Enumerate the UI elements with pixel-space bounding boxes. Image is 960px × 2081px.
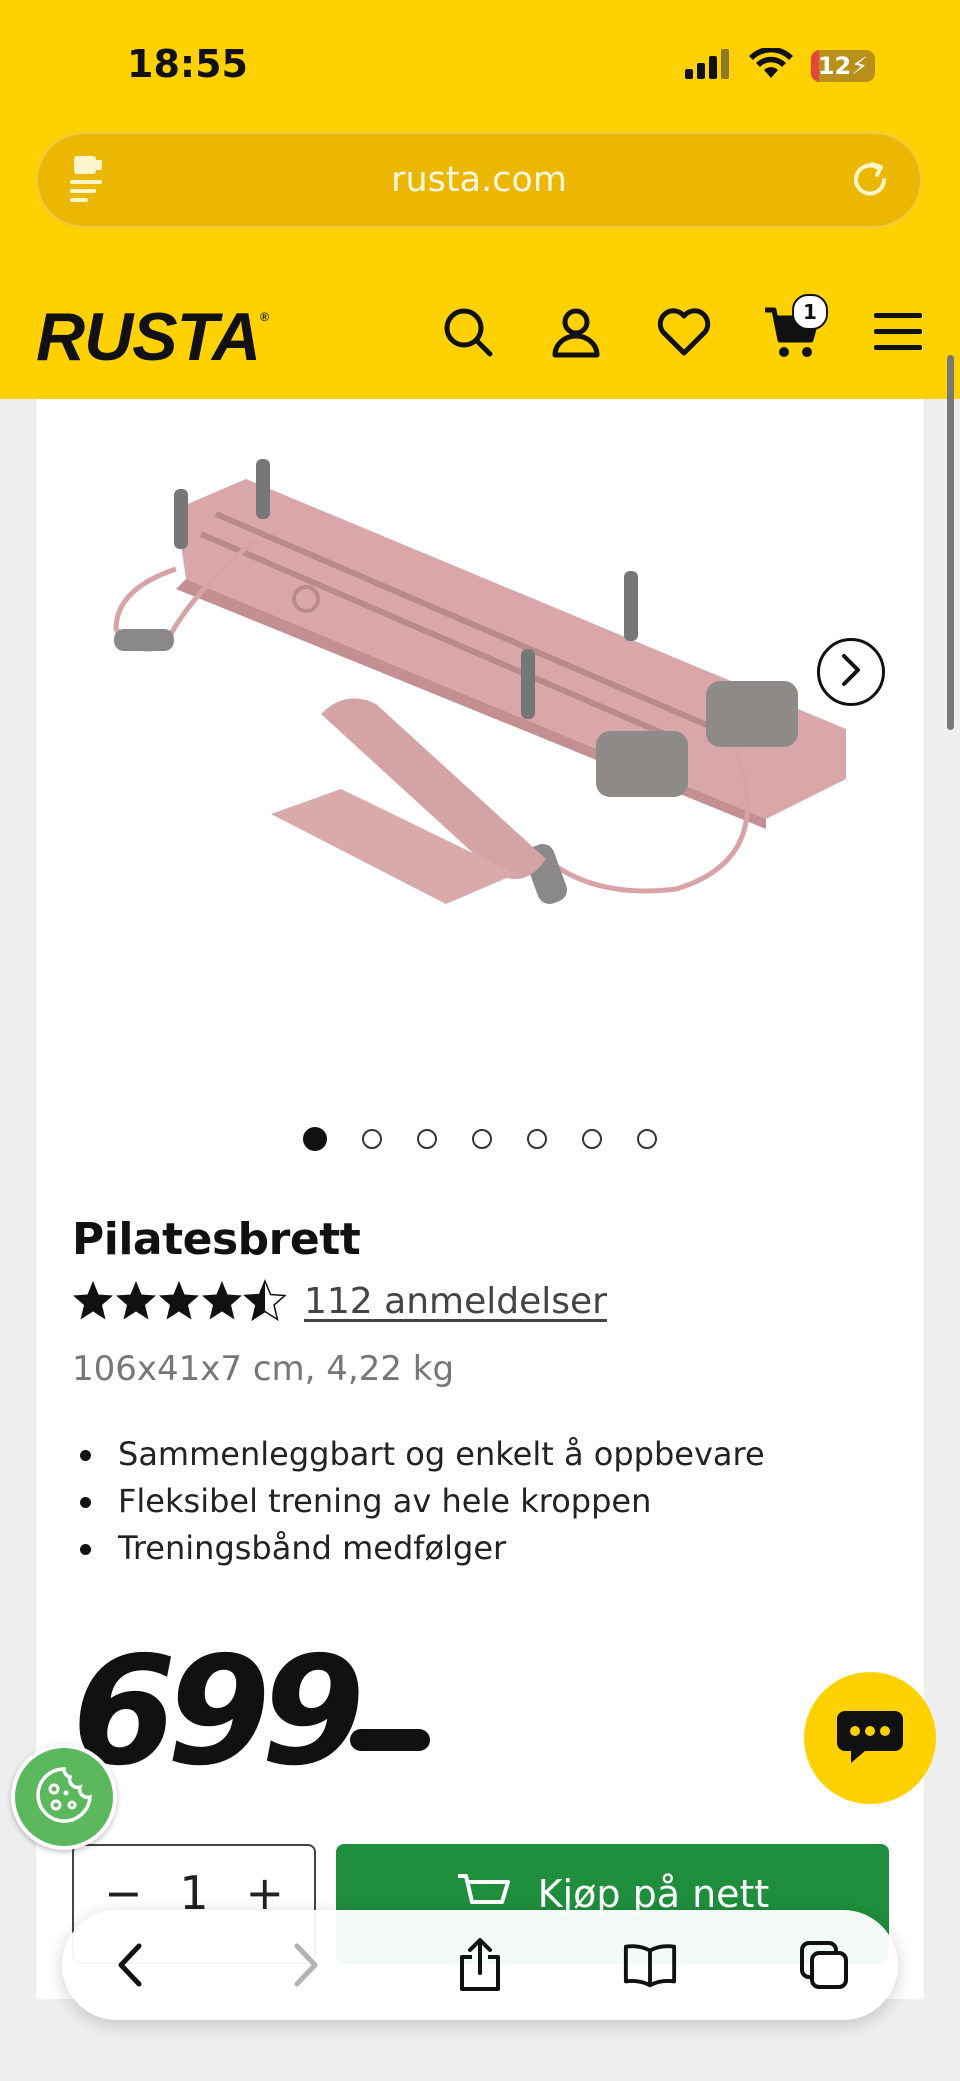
page-scrollbar[interactable] bbox=[947, 355, 954, 730]
price: 699 bbox=[72, 1625, 365, 1799]
site-header: RUSTA® 1 bbox=[0, 290, 960, 380]
chat-button[interactable] bbox=[804, 1672, 936, 1804]
url-text: rusta.com bbox=[391, 160, 567, 200]
gallery-dot-4[interactable] bbox=[472, 1129, 492, 1149]
cart-icon[interactable]: 1 bbox=[762, 294, 828, 362]
wifi-icon bbox=[749, 46, 793, 84]
forward-icon[interactable] bbox=[278, 1937, 334, 1993]
share-icon[interactable] bbox=[452, 1937, 508, 1993]
reload-icon[interactable] bbox=[848, 158, 892, 206]
product-card: Pilatesbrett 112 anmeldelser 106x41x7 cm… bbox=[36, 399, 924, 1999]
feature-item: Sammenleggbart og enkelt å oppbevare bbox=[72, 1431, 765, 1478]
cart-count-badge: 1 bbox=[792, 294, 828, 330]
gallery-dot-6[interactable] bbox=[582, 1129, 602, 1149]
bookmarks-icon[interactable] bbox=[622, 1937, 678, 1993]
gallery-dot-2[interactable] bbox=[362, 1129, 382, 1149]
back-icon[interactable] bbox=[102, 1937, 158, 1993]
product-title: Pilatesbrett bbox=[72, 1214, 361, 1265]
rusta-logo[interactable]: RUSTA® bbox=[36, 298, 269, 376]
tabs-icon[interactable] bbox=[796, 1937, 852, 1993]
heart-icon[interactable] bbox=[654, 302, 714, 362]
cookie-settings-button[interactable] bbox=[11, 1744, 117, 1850]
account-icon[interactable] bbox=[546, 302, 606, 362]
cellular-signal-icon bbox=[685, 49, 731, 83]
menu-icon[interactable] bbox=[868, 302, 928, 362]
product-image[interactable] bbox=[76, 419, 896, 979]
browser-toolbar bbox=[62, 1910, 898, 2020]
feature-item: Fleksibel trening av hele kroppen bbox=[72, 1478, 765, 1525]
charging-bolt-icon: ⚡ bbox=[851, 52, 869, 80]
top-yellow-area: 18:55 12 ⚡ rusta.com RUSTA® 1 bbox=[0, 0, 960, 399]
logo-registered-mark: ® bbox=[260, 310, 269, 324]
gallery-dot-1[interactable] bbox=[303, 1127, 327, 1151]
gallery-dot-5[interactable] bbox=[527, 1129, 547, 1149]
status-icons: 12 ⚡ bbox=[685, 46, 875, 86]
battery-level-text: 12 bbox=[817, 52, 852, 80]
star-rating bbox=[72, 1279, 286, 1323]
gallery-dot-3[interactable] bbox=[417, 1129, 437, 1149]
chevron-right-icon bbox=[839, 653, 863, 691]
feature-list: Sammenleggbart og enkelt å oppbevare Fle… bbox=[72, 1431, 765, 1572]
status-time: 18:55 bbox=[127, 42, 248, 86]
gallery-next-button[interactable] bbox=[817, 638, 885, 706]
chat-bubble-icon bbox=[835, 1707, 905, 1769]
search-icon[interactable] bbox=[438, 302, 498, 362]
gallery-dot-7[interactable] bbox=[637, 1129, 657, 1149]
product-dimensions: 106x41x7 cm, 4,22 kg bbox=[72, 1349, 455, 1389]
feature-item: Treningsbånd medfølger bbox=[72, 1525, 765, 1572]
reviews-link[interactable]: 112 anmeldelser bbox=[304, 1281, 607, 1322]
price-dash bbox=[350, 1729, 430, 1751]
url-bar[interactable]: rusta.com bbox=[36, 132, 922, 228]
gallery-dots bbox=[36, 1127, 924, 1151]
cookie-icon bbox=[34, 1765, 94, 1829]
logo-text: RUSTA bbox=[36, 299, 261, 375]
battery-charging-icon: 12 ⚡ bbox=[811, 50, 875, 82]
rating-row: 112 anmeldelser bbox=[72, 1279, 607, 1323]
